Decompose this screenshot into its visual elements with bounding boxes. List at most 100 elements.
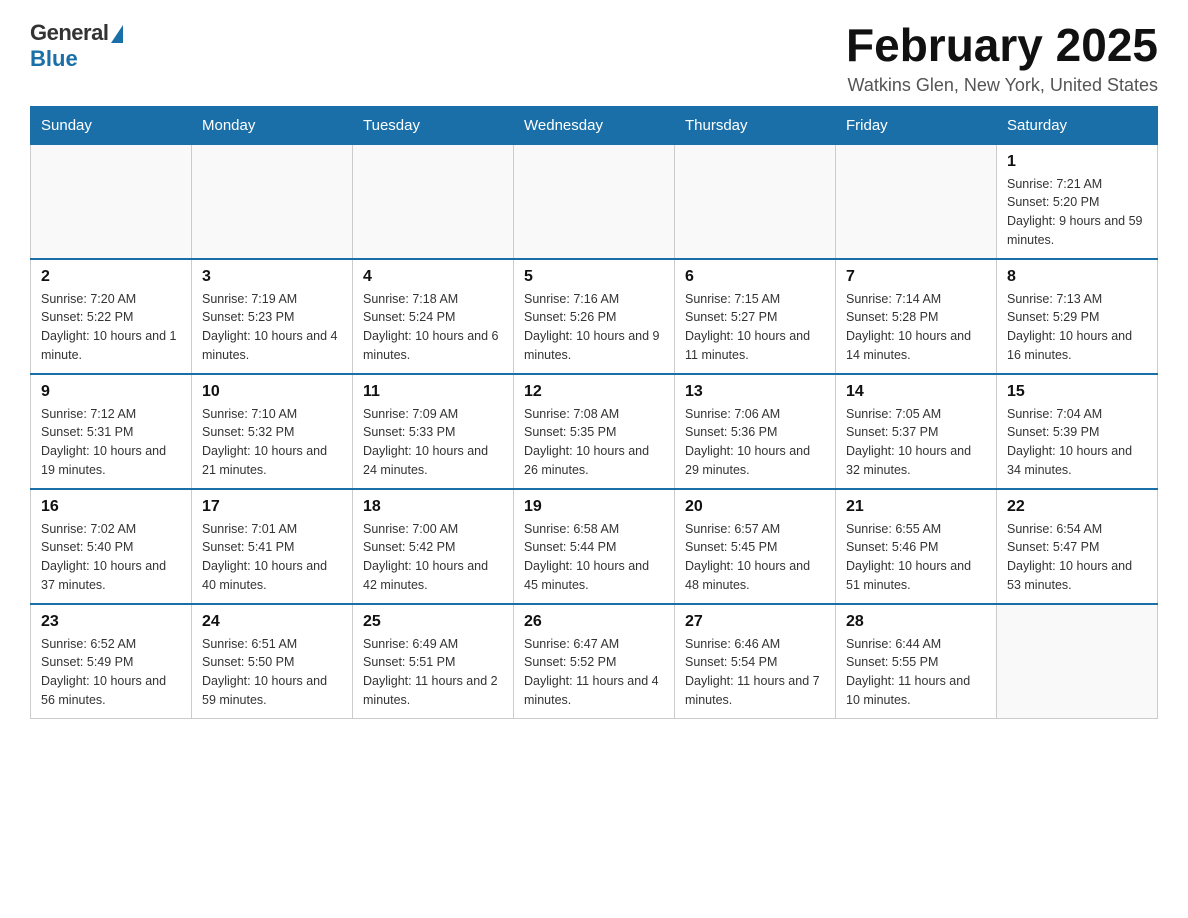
- calendar-cell: 15 Sunrise: 7:04 AM Sunset: 5:39 PM Dayli…: [997, 374, 1158, 489]
- day-number: 24: [202, 613, 342, 631]
- calendar-cell: [31, 144, 192, 259]
- logo-blue-text: Blue: [30, 46, 78, 72]
- calendar-header-saturday: Saturday: [997, 106, 1158, 144]
- calendar-cell: 8Sunrise: 7:13 AM Sunset: 5:29 PM Daylig…: [997, 259, 1158, 374]
- calendar-cell: 28 Sunrise: 6:44 AM Sunset: 5:55 PM Dayli…: [836, 604, 997, 719]
- day-number: 15: [1007, 383, 1147, 401]
- calendar-header-thursday: Thursday: [675, 106, 836, 144]
- day-number: 20: [685, 498, 825, 516]
- day-info: Sunrise: 7:06 AM Sunset: 5:36 PM Dayligh…: [685, 405, 825, 480]
- calendar-cell: 25 Sunrise: 6:49 AM Sunset: 5:51 PM Dayli…: [353, 604, 514, 719]
- day-info: Sunrise: 6:47 AM Sunset: 5:52 PM Dayligh…: [524, 635, 664, 710]
- calendar-cell: 4 Sunrise: 7:18 AM Sunset: 5:24 PM Daylig…: [353, 259, 514, 374]
- day-info: Sunrise: 6:44 AM Sunset: 5:55 PM Dayligh…: [846, 635, 986, 710]
- day-number: 12: [524, 383, 664, 401]
- day-number: 13: [685, 383, 825, 401]
- calendar-cell: 27 Sunrise: 6:46 AM Sunset: 5:54 PM Dayli…: [675, 604, 836, 719]
- calendar-cell: 9 Sunrise: 7:12 AM Sunset: 5:31 PM Daylig…: [31, 374, 192, 489]
- month-title: February 2025: [846, 20, 1158, 71]
- logo: General Blue: [30, 20, 123, 72]
- day-info: Sunrise: 7:21 AM Sunset: 5:20 PM Dayligh…: [1007, 175, 1147, 250]
- day-info: Sunrise: 6:55 AM Sunset: 5:46 PM Dayligh…: [846, 520, 986, 595]
- calendar-cell: [192, 144, 353, 259]
- calendar-cell: 21 Sunrise: 6:55 AM Sunset: 5:46 PM Dayli…: [836, 489, 997, 604]
- day-number: 28: [846, 613, 986, 631]
- calendar-cell: 10 Sunrise: 7:10 AM Sunset: 5:32 PM Dayli…: [192, 374, 353, 489]
- day-info: Sunrise: 7:08 AM Sunset: 5:35 PM Dayligh…: [524, 405, 664, 480]
- day-number: 9: [41, 383, 181, 401]
- calendar-cell: 1 Sunrise: 7:21 AM Sunset: 5:20 PM Daylig…: [997, 144, 1158, 259]
- calendar-cell: 3 Sunrise: 7:19 AM Sunset: 5:23 PM Daylig…: [192, 259, 353, 374]
- day-info: Sunrise: 7:12 AM Sunset: 5:31 PM Dayligh…: [41, 405, 181, 480]
- calendar-cell: 22Sunrise: 6:54 AM Sunset: 5:47 PM Dayli…: [997, 489, 1158, 604]
- day-info: Sunrise: 6:46 AM Sunset: 5:54 PM Dayligh…: [685, 635, 825, 710]
- calendar-week-row: 16 Sunrise: 7:02 AM Sunset: 5:40 PM Dayli…: [31, 489, 1158, 604]
- calendar-cell: 14Sunrise: 7:05 AM Sunset: 5:37 PM Dayli…: [836, 374, 997, 489]
- calendar-cell: 7 Sunrise: 7:14 AM Sunset: 5:28 PM Daylig…: [836, 259, 997, 374]
- calendar-cell: [997, 604, 1158, 719]
- day-info: Sunrise: 6:49 AM Sunset: 5:51 PM Dayligh…: [363, 635, 503, 710]
- day-info: Sunrise: 7:00 AM Sunset: 5:42 PM Dayligh…: [363, 520, 503, 595]
- calendar-week-row: 1 Sunrise: 7:21 AM Sunset: 5:20 PM Daylig…: [31, 144, 1158, 259]
- calendar-cell: 17Sunrise: 7:01 AM Sunset: 5:41 PM Dayli…: [192, 489, 353, 604]
- day-info: Sunrise: 7:04 AM Sunset: 5:39 PM Dayligh…: [1007, 405, 1147, 480]
- day-number: 6: [685, 268, 825, 286]
- title-section: February 2025 Watkins Glen, New York, Un…: [846, 20, 1158, 96]
- calendar-cell: [353, 144, 514, 259]
- day-info: Sunrise: 7:02 AM Sunset: 5:40 PM Dayligh…: [41, 520, 181, 595]
- calendar-header-monday: Monday: [192, 106, 353, 144]
- calendar-header-row: SundayMondayTuesdayWednesdayThursdayFrid…: [31, 106, 1158, 144]
- day-number: 1: [1007, 153, 1147, 171]
- logo-arrow-icon: [111, 25, 123, 43]
- day-info: Sunrise: 6:52 AM Sunset: 5:49 PM Dayligh…: [41, 635, 181, 710]
- calendar-cell: 2 Sunrise: 7:20 AM Sunset: 5:22 PM Daylig…: [31, 259, 192, 374]
- day-number: 21: [846, 498, 986, 516]
- day-info: Sunrise: 6:58 AM Sunset: 5:44 PM Dayligh…: [524, 520, 664, 595]
- day-number: 17: [202, 498, 342, 516]
- day-info: Sunrise: 7:14 AM Sunset: 5:28 PM Dayligh…: [846, 290, 986, 365]
- day-info: Sunrise: 7:18 AM Sunset: 5:24 PM Dayligh…: [363, 290, 503, 365]
- calendar-cell: [836, 144, 997, 259]
- day-info: Sunrise: 7:20 AM Sunset: 5:22 PM Dayligh…: [41, 290, 181, 365]
- logo-general-text: General: [30, 20, 108, 46]
- day-number: 10: [202, 383, 342, 401]
- day-number: 4: [363, 268, 503, 286]
- day-info: Sunrise: 7:09 AM Sunset: 5:33 PM Dayligh…: [363, 405, 503, 480]
- calendar-cell: [514, 144, 675, 259]
- day-number: 19: [524, 498, 664, 516]
- day-info: Sunrise: 7:10 AM Sunset: 5:32 PM Dayligh…: [202, 405, 342, 480]
- calendar-cell: 23Sunrise: 6:52 AM Sunset: 5:49 PM Dayli…: [31, 604, 192, 719]
- day-number: 8: [1007, 268, 1147, 286]
- calendar-header-tuesday: Tuesday: [353, 106, 514, 144]
- location: Watkins Glen, New York, United States: [846, 75, 1158, 96]
- day-number: 22: [1007, 498, 1147, 516]
- day-info: Sunrise: 7:15 AM Sunset: 5:27 PM Dayligh…: [685, 290, 825, 365]
- calendar-cell: 24Sunrise: 6:51 AM Sunset: 5:50 PM Dayli…: [192, 604, 353, 719]
- day-number: 16: [41, 498, 181, 516]
- calendar-cell: 6 Sunrise: 7:15 AM Sunset: 5:27 PM Daylig…: [675, 259, 836, 374]
- calendar-table: SundayMondayTuesdayWednesdayThursdayFrid…: [30, 106, 1158, 719]
- day-number: 2: [41, 268, 181, 286]
- calendar-cell: 12 Sunrise: 7:08 AM Sunset: 5:35 PM Dayli…: [514, 374, 675, 489]
- day-number: 26: [524, 613, 664, 631]
- calendar-header-sunday: Sunday: [31, 106, 192, 144]
- calendar-header-wednesday: Wednesday: [514, 106, 675, 144]
- day-number: 3: [202, 268, 342, 286]
- day-info: Sunrise: 6:57 AM Sunset: 5:45 PM Dayligh…: [685, 520, 825, 595]
- day-number: 5: [524, 268, 664, 286]
- calendar-cell: 19 Sunrise: 6:58 AM Sunset: 5:44 PM Dayli…: [514, 489, 675, 604]
- calendar-cell: 16 Sunrise: 7:02 AM Sunset: 5:40 PM Dayli…: [31, 489, 192, 604]
- day-number: 7: [846, 268, 986, 286]
- calendar-cell: 13 Sunrise: 7:06 AM Sunset: 5:36 PM Dayli…: [675, 374, 836, 489]
- day-number: 25: [363, 613, 503, 631]
- calendar-cell: [675, 144, 836, 259]
- day-number: 18: [363, 498, 503, 516]
- day-info: Sunrise: 7:19 AM Sunset: 5:23 PM Dayligh…: [202, 290, 342, 365]
- calendar-cell: 5Sunrise: 7:16 AM Sunset: 5:26 PM Daylig…: [514, 259, 675, 374]
- calendar-cell: 20 Sunrise: 6:57 AM Sunset: 5:45 PM Dayli…: [675, 489, 836, 604]
- calendar-cell: 18 Sunrise: 7:00 AM Sunset: 5:42 PM Dayli…: [353, 489, 514, 604]
- calendar-week-row: 2 Sunrise: 7:20 AM Sunset: 5:22 PM Daylig…: [31, 259, 1158, 374]
- calendar-cell: 11Sunrise: 7:09 AM Sunset: 5:33 PM Dayli…: [353, 374, 514, 489]
- calendar-week-row: 9 Sunrise: 7:12 AM Sunset: 5:31 PM Daylig…: [31, 374, 1158, 489]
- day-number: 27: [685, 613, 825, 631]
